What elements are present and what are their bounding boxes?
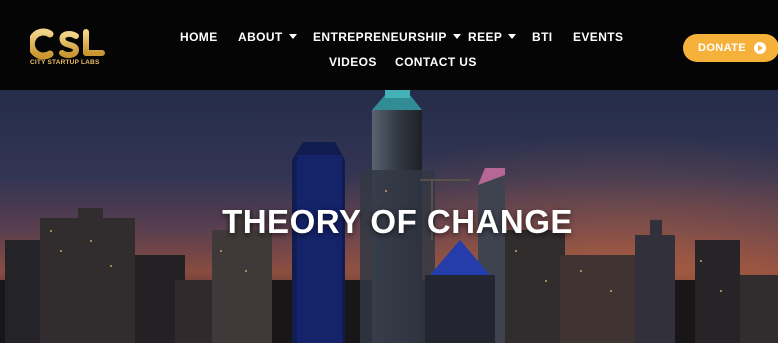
nav-item-label: VIDEOS: [329, 55, 377, 69]
caret-down-icon: [288, 34, 297, 39]
nav-item-contact-us[interactable]: CONTACT US: [395, 55, 477, 69]
nav-item-label: ABOUT: [238, 30, 283, 44]
site-header: CITY STARTUP LABS HOME ABOUT ENTREPRENEU…: [0, 0, 778, 90]
nav-item-home[interactable]: HOME: [180, 30, 218, 44]
nav-item-entrepreneurship[interactable]: ENTREPRENEURSHIP: [313, 30, 461, 44]
caret-down-icon: [452, 34, 461, 39]
nav-item-label: HOME: [180, 30, 218, 44]
nav-item-bti[interactable]: BTI: [532, 30, 553, 44]
nav-item-label: BTI: [532, 30, 553, 44]
nav-item-label: CONTACT US: [395, 55, 477, 69]
nav-item-label: EVENTS: [573, 30, 624, 44]
nav-item-reep[interactable]: REEP: [468, 30, 517, 44]
nav-item-events[interactable]: EVENTS: [573, 30, 623, 44]
caret-down-icon: [508, 34, 517, 39]
donate-button[interactable]: DONATE: [683, 34, 778, 62]
nav-item-label: ENTREPRENEURSHIP: [313, 30, 447, 44]
nav-item-about[interactable]: ABOUT: [238, 30, 297, 44]
arrow-circle-right-icon: [754, 42, 766, 54]
main-nav: HOME ABOUT ENTREPRENEURSHIP REEP BTI EVE…: [0, 0, 778, 90]
nav-item-videos[interactable]: VIDEOS: [329, 55, 377, 69]
hero-banner: THEORY OF CHANGE: [0, 90, 778, 343]
page-title: THEORY OF CHANGE: [222, 203, 573, 240]
donate-label: DONATE: [698, 42, 747, 54]
nav-item-label: REEP: [468, 30, 503, 44]
